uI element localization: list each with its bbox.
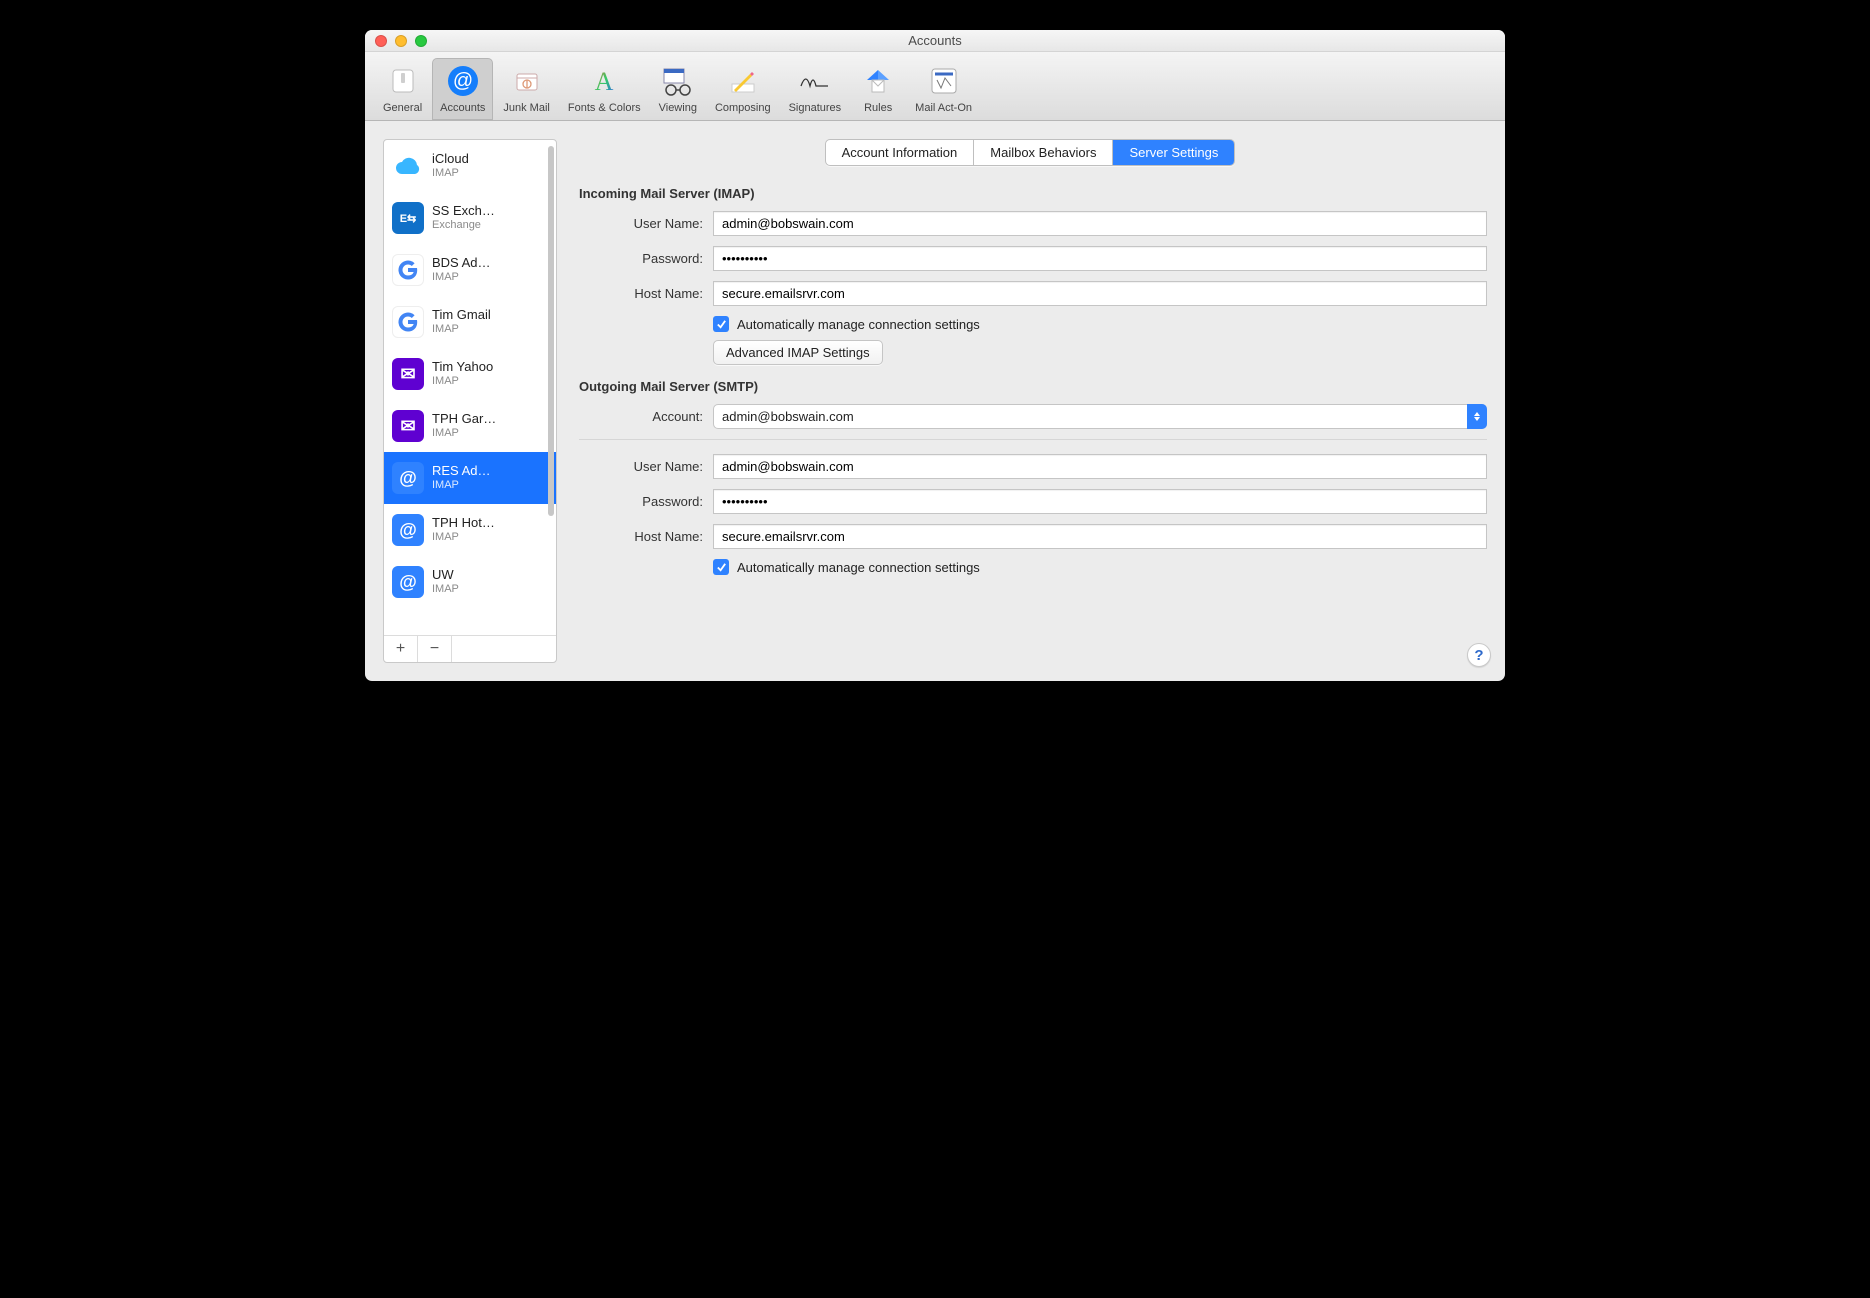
account-row-tphhot[interactable]: @ TPH Hot…IMAP <box>384 504 556 556</box>
toolbar-viewing[interactable]: Viewing <box>651 58 705 120</box>
check-icon <box>713 559 729 575</box>
signatures-icon <box>796 62 834 100</box>
account-row-yahoo[interactable]: ✉ Tim YahooIMAP <box>384 348 556 400</box>
scrollbar-thumb[interactable] <box>548 146 554 516</box>
toolbar-accounts[interactable]: @ Accounts <box>432 58 493 120</box>
help-button[interactable]: ? <box>1467 643 1491 667</box>
incoming-user-label: User Name: <box>573 216 703 231</box>
toolbar-signatures[interactable]: Signatures <box>781 58 850 120</box>
svg-text:A: A <box>595 67 614 96</box>
traffic-lights <box>375 35 427 47</box>
account-row-bds[interactable]: BDS Ad…IMAP <box>384 244 556 296</box>
close-icon[interactable] <box>375 35 387 47</box>
tab-account-info[interactable]: Account Information <box>826 140 975 165</box>
pref-toolbar: General @ Accounts Junk Mail A Fonts & C… <box>365 52 1505 121</box>
at-icon: @ <box>392 566 424 598</box>
google-icon <box>392 306 424 338</box>
incoming-host-input[interactable] <box>713 281 1487 306</box>
account-row-uw[interactable]: @ UWIMAP <box>384 556 556 608</box>
account-row-exchange[interactable]: E⇆ SS Exch…Exchange <box>384 192 556 244</box>
viewing-icon <box>659 62 697 100</box>
titlebar: Accounts <box>365 30 1505 52</box>
account-list: iCloudIMAP E⇆ SS Exch…Exchange BDS Ad…IM… <box>384 140 556 635</box>
toolbar-rules[interactable]: Rules <box>851 58 905 120</box>
account-row-gmail[interactable]: Tim GmailIMAP <box>384 296 556 348</box>
toolbar-composing[interactable]: Composing <box>707 58 779 120</box>
sidebar-footer: + − <box>384 635 556 662</box>
toolbar-mailacton[interactable]: Mail Act-On <box>907 58 980 120</box>
add-account-button[interactable]: + <box>384 636 418 662</box>
outgoing-user-input[interactable] <box>713 454 1487 479</box>
outgoing-user-label: User Name: <box>573 459 703 474</box>
outgoing-host-label: Host Name: <box>573 529 703 544</box>
junk-icon <box>508 62 546 100</box>
account-sidebar: iCloudIMAP E⇆ SS Exch…Exchange BDS Ad…IM… <box>383 139 557 663</box>
incoming-auto-checkbox[interactable]: Automatically manage connection settings <box>713 316 1487 332</box>
outgoing-pass-label: Password: <box>573 494 703 509</box>
zoom-icon[interactable] <box>415 35 427 47</box>
toolbar-general[interactable]: General <box>375 58 430 120</box>
at-icon: @ <box>392 514 424 546</box>
settings-panel: Account Information Mailbox Behaviors Se… <box>573 139 1487 663</box>
account-row-icloud[interactable]: iCloudIMAP <box>384 140 556 192</box>
incoming-auto-label: Automatically manage connection settings <box>737 317 980 332</box>
cloud-icon <box>392 150 424 182</box>
divider <box>579 439 1487 440</box>
mail-icon: ✉ <box>392 358 424 390</box>
account-row-tphgar[interactable]: ✉ TPH Gar…IMAP <box>384 400 556 452</box>
incoming-pass-label: Password: <box>573 251 703 266</box>
chevron-updown-icon <box>1467 404 1487 429</box>
remove-account-button[interactable]: − <box>418 636 452 662</box>
outgoing-pass-input[interactable] <box>713 489 1487 514</box>
mailacton-icon <box>925 62 963 100</box>
incoming-user-input[interactable] <box>713 211 1487 236</box>
rules-icon <box>859 62 897 100</box>
exchange-icon: E⇆ <box>392 202 424 234</box>
incoming-pass-input[interactable] <box>713 246 1487 271</box>
incoming-heading: Incoming Mail Server (IMAP) <box>579 186 1487 201</box>
at-icon: @ <box>392 462 424 494</box>
outgoing-account-label: Account: <box>573 409 703 424</box>
window-title: Accounts <box>908 33 961 48</box>
account-row-res[interactable]: @ RES Ad…IMAP <box>384 452 556 504</box>
fonts-icon: A <box>585 62 623 100</box>
preferences-window: Accounts General @ Accounts Junk Mail A … <box>365 30 1505 681</box>
svg-text:@: @ <box>453 70 473 92</box>
settings-tabs: Account Information Mailbox Behaviors Se… <box>825 139 1236 166</box>
check-icon <box>713 316 729 332</box>
advanced-imap-button[interactable]: Advanced IMAP Settings <box>713 340 883 365</box>
mail-icon: ✉ <box>392 410 424 442</box>
google-icon <box>392 254 424 286</box>
minimize-icon[interactable] <box>395 35 407 47</box>
outgoing-auto-label: Automatically manage connection settings <box>737 560 980 575</box>
outgoing-host-input[interactable] <box>713 524 1487 549</box>
tab-server-settings[interactable]: Server Settings <box>1113 140 1234 165</box>
outgoing-heading: Outgoing Mail Server (SMTP) <box>579 379 1487 394</box>
incoming-host-label: Host Name: <box>573 286 703 301</box>
tab-mailbox-behaviors[interactable]: Mailbox Behaviors <box>974 140 1113 165</box>
toolbar-fonts[interactable]: A Fonts & Colors <box>560 58 649 120</box>
outgoing-account-select[interactable]: admin@bobswain.com <box>713 404 1487 429</box>
at-icon: @ <box>444 62 482 100</box>
compose-icon <box>724 62 762 100</box>
switch-icon <box>384 62 422 100</box>
toolbar-junk[interactable]: Junk Mail <box>495 58 557 120</box>
outgoing-auto-checkbox[interactable]: Automatically manage connection settings <box>713 559 1487 575</box>
